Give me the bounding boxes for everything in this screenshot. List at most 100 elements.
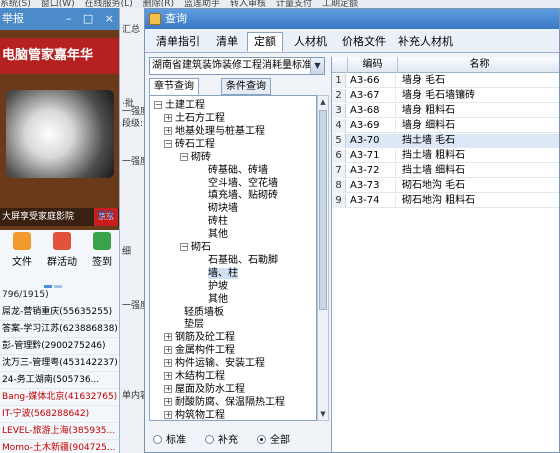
tree-node[interactable]: 墙、柱 <box>204 267 238 280</box>
row-number: 4 <box>332 119 346 133</box>
table-row[interactable]: 2 A3-67 墙身 毛石墙镶砖 <box>332 89 559 103</box>
table-row[interactable]: 1 A3-66 墙身 毛石 <box>332 74 559 88</box>
tab-3[interactable]: 定额 <box>247 32 283 52</box>
group-app-3[interactable]: 签到 <box>84 232 119 268</box>
tree-scrollbar[interactable]: ▲ ▼ <box>317 95 329 421</box>
expand-icon[interactable]: + <box>164 397 172 406</box>
group-app-2[interactable]: 群活动 <box>44 232 80 268</box>
tree-node[interactable]: − 砌石 <box>180 241 211 254</box>
tree-node[interactable]: + 钢筋及砼工程 <box>164 331 235 344</box>
member-row[interactable]: 屌龙-营销重庆(55635255) <box>0 304 119 321</box>
tree-node[interactable]: + 构筑物工程 <box>164 409 225 420</box>
member-row[interactable]: LEVEL-旅游上海(385935... <box>0 423 119 440</box>
radio-button[interactable] <box>257 435 266 444</box>
expand-icon[interactable]: + <box>164 333 172 342</box>
expand-icon[interactable]: + <box>164 114 172 122</box>
collapse-icon[interactable]: − <box>180 152 188 161</box>
window-controls[interactable]: – □ × <box>66 8 118 30</box>
table-row[interactable]: 4 A3-69 墙身 细料石 <box>332 119 559 133</box>
tree-node[interactable]: + 地基处理与桩基工程 <box>164 125 265 138</box>
tree-node[interactable]: 其他 <box>204 228 228 241</box>
expand-icon[interactable]: + <box>164 384 172 393</box>
tree-node[interactable]: + 耐酸防腐、保温隔热工程 <box>164 396 285 409</box>
table-row[interactable]: 9 A3-74 砌石地沟 粗料石 <box>332 194 559 208</box>
radio-button[interactable] <box>205 435 214 444</box>
tree-node[interactable]: 垫层 <box>180 318 204 331</box>
row-number: 6 <box>332 149 346 163</box>
group-app-1[interactable]: 文件 <box>4 232 40 268</box>
table-row[interactable]: 3 A3-68 墙身 粗料石 <box>332 104 559 118</box>
scope-radio-1[interactable]: 标准 <box>153 431 186 446</box>
quota-name: 挡土墙 细料石 <box>402 165 466 176</box>
scope-radio-3[interactable]: 全部 <box>257 431 290 446</box>
tree-node-label: 土石方工程 <box>175 113 225 124</box>
tree-node[interactable]: + 木结构工程 <box>164 370 225 383</box>
collapse-icon[interactable]: − <box>164 139 172 148</box>
tree-node[interactable]: 其他 <box>204 293 228 306</box>
tree-node[interactable]: 砖柱 <box>204 215 228 228</box>
scroll-thumb[interactable] <box>319 110 327 310</box>
tree-node-label: 构件运输、安装工程 <box>175 358 265 370</box>
tree-node[interactable]: 轻质墙板 <box>180 306 224 319</box>
app-icon <box>93 232 111 250</box>
more-link[interactable]: 更多 <box>97 208 115 221</box>
table-row[interactable]: 7 A3-72 挡土墙 细料石 <box>332 164 559 178</box>
grid-column-header[interactable]: 名称 <box>398 57 559 73</box>
expand-icon[interactable]: + <box>164 410 172 419</box>
query-mode-tab-2[interactable]: 条件查询 <box>221 78 271 95</box>
expand-icon[interactable]: + <box>164 126 172 135</box>
grid-column-header[interactable]: 编码 <box>348 57 398 73</box>
member-row[interactable]: Momo-土木新疆(904725... <box>0 440 119 453</box>
tree-node[interactable]: 护坡 <box>204 280 228 293</box>
tab-4[interactable]: 人材机 <box>287 32 334 52</box>
collapse-icon[interactable]: − <box>180 243 188 251</box>
tree-node[interactable]: + 土石方工程 <box>164 112 225 125</box>
quota-standard-select[interactable]: 湖南省建筑装饰装修工程消耗量标准 ▼ <box>149 57 325 75</box>
scroll-up-icon[interactable]: ▲ <box>318 96 328 108</box>
scroll-down-icon[interactable]: ▼ <box>318 408 328 420</box>
tree-node[interactable]: + 构件运输、安装工程 <box>164 357 265 370</box>
background-label: 细 <box>122 247 132 257</box>
expand-icon[interactable]: + <box>164 372 172 380</box>
tree-node[interactable]: 石基础、石勒脚 <box>204 254 278 267</box>
radio-button[interactable] <box>153 435 162 444</box>
tree-node[interactable]: + 金属构件工程 <box>164 344 235 357</box>
tree-node[interactable]: + 屋面及防水工程 <box>164 383 245 396</box>
tree-node-label: 砖基础、砖墙 <box>208 164 268 176</box>
app-label: 群活动 <box>47 257 77 268</box>
background-menu-item: 系统(S) <box>0 0 31 8</box>
tab-6[interactable]: 补充人材机 <box>391 32 460 52</box>
tree-root[interactable]: − 土建工程 <box>154 99 205 112</box>
table-row[interactable]: 6 A3-71 挡土墙 粗料石 <box>332 149 559 163</box>
expand-icon[interactable]: + <box>164 359 172 368</box>
member-row[interactable]: 沈万三-管理粤(453142237) <box>0 355 119 372</box>
query-mode-tab-1[interactable]: 章节查询 <box>149 78 199 95</box>
tree-node[interactable]: 填充墙、贴砌砖 <box>204 189 278 202</box>
tree-node[interactable]: 砌块墙 <box>204 202 238 215</box>
member-row[interactable]: IT-宁波(568288642) <box>0 406 119 423</box>
tree-node[interactable]: − 砌砖 <box>180 151 211 164</box>
tree-node-label: 耐酸防腐、保温隔热工程 <box>175 396 285 408</box>
tree-node[interactable]: − 砖石工程 <box>164 138 215 151</box>
scope-radio-2[interactable]: 补充 <box>205 431 238 446</box>
group-app-bar: 文件 群活动 签到 <box>0 228 119 282</box>
member-row[interactable]: 答案-学习江苏(623886838) <box>0 321 119 338</box>
tab-1[interactable]: 清单指引 <box>149 32 207 52</box>
member-row[interactable]: 24-务工湖南(505736... <box>0 372 119 389</box>
table-row[interactable]: 8 A3-73 砌石地沟 毛石 <box>332 179 559 193</box>
member-row[interactable]: 彭-管理黔(2900275246) <box>0 338 119 355</box>
tab-5[interactable]: 价格文件 <box>335 32 393 52</box>
tree-node[interactable]: 砖基础、砖墙 <box>204 164 268 177</box>
background-menu-item: 计量支付 <box>276 0 313 8</box>
advertisement-banner[interactable]: 电脑管家嘉年华 大屏享受家庭影院 京东 <box>0 30 119 230</box>
quota-name: 砌石地沟 毛石 <box>402 180 466 191</box>
expand-icon[interactable]: + <box>164 346 172 355</box>
member-row[interactable]: Bang-媒体北京(41632765) <box>0 389 119 406</box>
report-link[interactable]: 举报 <box>2 12 24 25</box>
chevron-down-icon[interactable]: ▼ <box>310 58 324 74</box>
tree-node[interactable]: 空斗墙、空花墙 <box>204 177 278 190</box>
dialog-titlebar[interactable]: 查询 <box>145 9 559 29</box>
collapse-icon[interactable]: − <box>154 101 162 109</box>
table-row[interactable]: 5 A3-70 挡土墙 毛石 <box>332 134 559 148</box>
tab-2[interactable]: 清单 <box>209 32 245 52</box>
